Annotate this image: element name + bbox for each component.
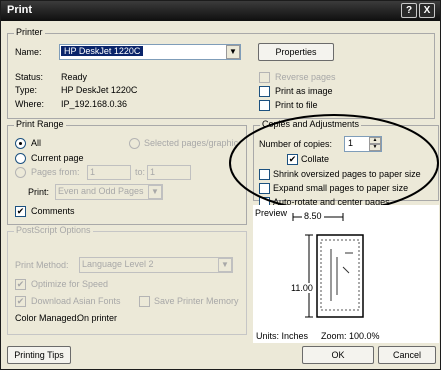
pages-from-value: 1 (90, 167, 96, 177)
print-method-label: Print Method: (15, 260, 69, 270)
printer-group-label: Printer (14, 27, 45, 37)
pages-to-label: to: (135, 167, 146, 177)
preview-drawing (292, 213, 364, 318)
pages-from-radio[interactable] (15, 167, 26, 178)
ok-button[interactable]: OK (302, 346, 374, 364)
reverse-pages-checkbox[interactable] (259, 72, 270, 83)
print-subset-select[interactable]: Even and Odd Pages ▼ (55, 184, 163, 200)
selected-pages-radio[interactable] (129, 138, 140, 149)
print-method-select[interactable]: Language Level 2 ▼ (79, 257, 233, 273)
pages-from-input[interactable]: 1 (87, 165, 131, 180)
color-managed-label: Color Managed: (15, 313, 80, 323)
print-dialog: Print ? X Printer Name: HP DeskJet 1220C… (0, 0, 441, 370)
page-preview (316, 234, 364, 318)
postscript-group-label: PostScript Options (14, 225, 93, 235)
chevron-down-icon[interactable]: ▼ (148, 185, 162, 199)
where-value: IP_192.168.0.36 (61, 99, 128, 109)
chevron-down-icon[interactable]: ▼ (226, 45, 240, 59)
current-page-radio[interactable] (15, 153, 26, 164)
status-label: Status: (15, 72, 44, 82)
help-button[interactable]: ? (401, 3, 417, 18)
optimize-speed-checkbox[interactable]: ✔ (15, 279, 26, 290)
preview-units: Units: Inches (256, 331, 309, 341)
type-label: Type: (15, 85, 38, 95)
properties-button[interactable]: Properties (258, 43, 334, 61)
pages-to-input[interactable]: 1 (147, 165, 191, 180)
print-range-group-label: Print Range (14, 119, 66, 129)
printing-tips-button[interactable]: Printing Tips (7, 346, 71, 364)
print-as-image-checkbox[interactable] (259, 86, 270, 97)
close-button[interactable]: X (419, 3, 435, 18)
print-subset-value: Even and Odd Pages (58, 186, 144, 196)
title-bar[interactable]: Print ? X (1, 1, 440, 21)
save-memory-checkbox[interactable] (139, 296, 150, 307)
status-value: Ready (61, 72, 88, 82)
optimize-speed-label: Optimize for Speed (31, 279, 109, 289)
dialog-title: Print (7, 4, 33, 16)
printer-name-value: HP DeskJet 1220C (61, 46, 144, 56)
comments-label: Comments (31, 206, 75, 216)
preview-zoom: Zoom: 100.0% (321, 331, 380, 341)
save-memory-label: Save Printer Memory (154, 296, 239, 306)
pages-to-value: 1 (150, 167, 156, 177)
preview-width-value: 8.50 (302, 211, 324, 221)
all-radio[interactable] (15, 138, 26, 149)
color-managed-value: On printer (77, 313, 118, 323)
chevron-down-icon[interactable]: ▼ (218, 258, 232, 272)
annotation-ellipse-stroke (229, 114, 439, 212)
current-page-label: Current page (31, 153, 84, 163)
selected-pages-label: Selected pages/graphic (144, 138, 239, 148)
pages-from-label: Pages from: (31, 167, 80, 177)
all-label: All (31, 138, 42, 148)
reverse-pages-label: Reverse pages (275, 72, 336, 82)
type-value: HP DeskJet 1220C (61, 85, 138, 95)
print-subset-label: Print: (28, 187, 50, 197)
printer-name-select[interactable]: HP DeskJet 1220C ▼ (59, 44, 241, 60)
download-fonts-label: Download Asian Fonts (31, 296, 121, 306)
print-method-value: Language Level 2 (82, 259, 154, 269)
printer-name-label: Name: (15, 47, 42, 57)
cancel-button[interactable]: Cancel (378, 346, 436, 364)
where-label: Where: (15, 99, 45, 109)
preview-height-value: 11.00 (291, 283, 313, 293)
comments-checkbox[interactable]: ✔ (15, 206, 26, 217)
annotation-ellipse (229, 114, 439, 212)
download-fonts-checkbox[interactable]: ✔ (15, 296, 26, 307)
print-as-image-label: Print as image (275, 86, 333, 96)
